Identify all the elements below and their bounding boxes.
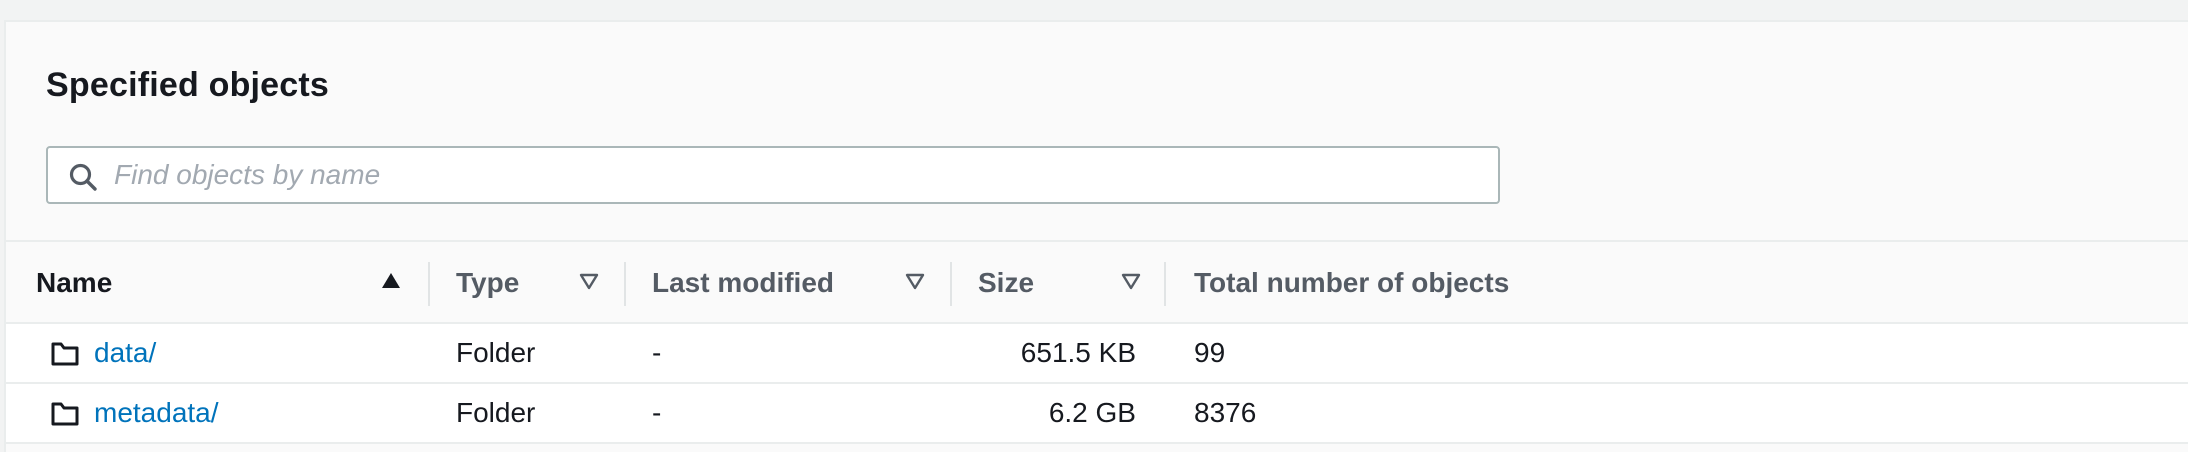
- column-header-type[interactable]: Type: [456, 242, 519, 324]
- table-row: data/ Folder - 651.5 KB 99: [6, 324, 2188, 384]
- last-modified-cell: -: [652, 337, 662, 368]
- column-header-size[interactable]: Size: [978, 242, 1034, 324]
- objects-table: Name Type Last modified Size Total numbe…: [6, 240, 2188, 444]
- sort-unsorted-icon[interactable]: [1120, 270, 1142, 292]
- column-resize-handle[interactable]: [1164, 262, 1166, 306]
- column-header-last-modified[interactable]: Last modified: [652, 242, 834, 324]
- column-resize-handle[interactable]: [950, 262, 952, 306]
- size-cell: 651.5 KB: [1020, 337, 1136, 368]
- folder-icon: [51, 402, 79, 426]
- object-name-link[interactable]: metadata/: [94, 397, 219, 429]
- type-cell: Folder: [456, 337, 536, 368]
- column-header-label: Last modified: [652, 267, 835, 298]
- column-header-label: Name: [36, 267, 113, 298]
- name-cell: metadata/: [94, 384, 219, 442]
- sort-ascending-icon[interactable]: [380, 270, 402, 292]
- folder-icon: [51, 342, 79, 366]
- type-cell: Folder: [456, 397, 536, 428]
- table-row: metadata/ Folder - 6.2 GB 8376: [6, 384, 2188, 444]
- sort-unsorted-icon[interactable]: [904, 270, 926, 292]
- sort-unsorted-icon[interactable]: [578, 270, 600, 292]
- column-header-label: Type: [456, 267, 520, 298]
- search-icon: [69, 163, 97, 191]
- column-header-total-objects[interactable]: Total number of objects: [1194, 242, 1509, 324]
- search-input[interactable]: [114, 148, 1484, 202]
- panel-title: Specified objects: [46, 66, 330, 104]
- total-objects-cell: 8376: [1194, 397, 1257, 428]
- column-resize-handle[interactable]: [428, 262, 430, 306]
- total-objects-cell: 99: [1194, 337, 1226, 368]
- column-header-label: Total number of objects: [1194, 267, 1510, 298]
- name-cell: data/: [94, 324, 156, 382]
- column-header-name[interactable]: Name: [36, 242, 112, 324]
- object-name-link[interactable]: data/: [94, 337, 156, 369]
- table-header: Name Type Last modified Size Total numbe…: [6, 240, 2188, 324]
- column-header-label: Size: [978, 267, 1035, 298]
- column-resize-handle[interactable]: [624, 262, 626, 306]
- last-modified-cell: -: [652, 397, 662, 428]
- specified-objects-panel: Specified objects Name Type Last m: [4, 20, 2188, 452]
- size-cell: 6.2 GB: [1048, 397, 1136, 428]
- search-box[interactable]: [46, 146, 1500, 204]
